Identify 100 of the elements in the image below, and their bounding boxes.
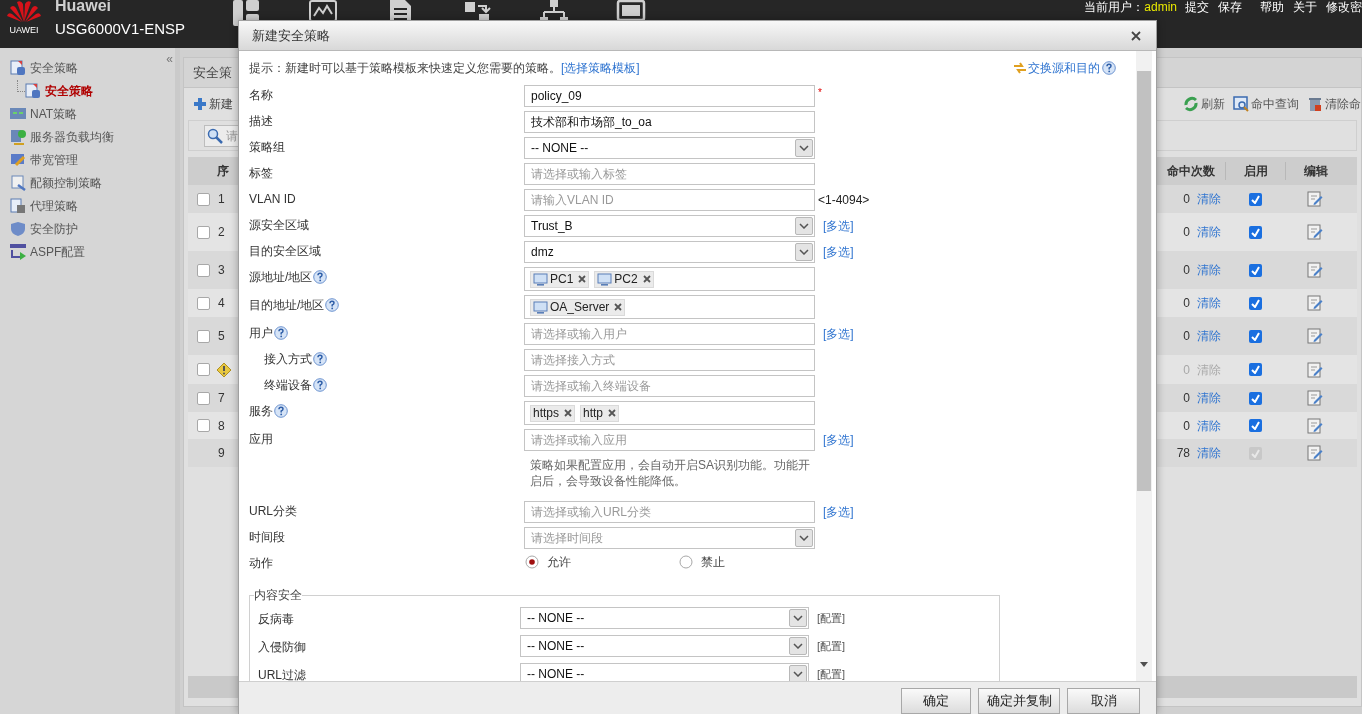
close-icon[interactable]: [1131, 30, 1141, 41]
text-field[interactable]: 请选择或输入标签: [524, 163, 815, 185]
select-field[interactable]: dmz: [524, 241, 815, 263]
menu-item[interactable]: 安全防护: [30, 219, 78, 238]
multi-select-link[interactable]: [多选]: [823, 431, 854, 449]
menu-item[interactable]: 代理策略: [30, 196, 78, 215]
text-field[interactable]: 请选择或输入终端设备: [524, 375, 815, 397]
enable-checkbox[interactable]: [1248, 296, 1262, 310]
help-icon[interactable]: [1102, 61, 1116, 75]
configure-link[interactable]: [配置]: [817, 637, 846, 655]
enable-checkbox[interactable]: [1248, 391, 1262, 405]
menu-item[interactable]: 带宽管理: [30, 150, 78, 169]
dialog-button[interactable]: 确定: [901, 687, 971, 714]
help-icon[interactable]: [313, 352, 327, 366]
text-field[interactable]: 请选择接入方式: [524, 349, 815, 371]
menu-item[interactable]: 安全策略: [30, 58, 78, 77]
text-field[interactable]: 请选择或输入URL分类: [524, 501, 815, 523]
scrollbar[interactable]: [1136, 51, 1152, 681]
menu-item[interactable]: 服务器负载均衡: [30, 127, 114, 146]
help-icon[interactable]: [274, 326, 288, 340]
enable-checkbox[interactable]: [1248, 419, 1262, 432]
radio-button[interactable]: [525, 555, 539, 569]
toolbar-button[interactable]: 清除命: [1307, 95, 1361, 113]
tag[interactable]: PC1: [530, 270, 590, 288]
dialog-button[interactable]: 取消: [1067, 687, 1140, 714]
checkbox[interactable]: [197, 263, 210, 277]
tag[interactable]: PC2: [594, 270, 654, 288]
checkbox[interactable]: [197, 296, 210, 310]
edit-icon[interactable]: [1307, 417, 1323, 434]
edit-icon[interactable]: [1307, 295, 1323, 311]
text-field[interactable]: 请输入VLAN ID: [524, 189, 815, 211]
edit-icon[interactable]: [1307, 390, 1323, 406]
select-field[interactable]: -- NONE --: [524, 137, 815, 159]
column-header[interactable]: 编辑: [1303, 162, 1328, 180]
text-field[interactable]: policy_09: [524, 85, 815, 107]
edit-icon[interactable]: [1307, 361, 1323, 378]
panel-tab[interactable]: 安全策: [193, 62, 232, 83]
edit-icon[interactable]: [1307, 328, 1323, 344]
multi-select-link[interactable]: [多选]: [823, 325, 854, 343]
template-link[interactable]: [选择策略模板]: [561, 59, 640, 77]
enable-checkbox[interactable]: [1248, 263, 1262, 277]
header-link[interactable]: 关于: [1293, 0, 1317, 16]
enable-checkbox[interactable]: [1248, 329, 1262, 343]
enable-checkbox[interactable]: [1248, 192, 1262, 206]
header-link[interactable]: 保存: [1218, 0, 1242, 16]
radio-label[interactable]: 禁止: [701, 553, 725, 571]
tag[interactable]: http: [580, 404, 620, 422]
edit-icon[interactable]: [1307, 191, 1323, 207]
header-link[interactable]: 修改密: [1326, 0, 1362, 16]
new-button[interactable]: 新建: [193, 95, 233, 113]
clear-link[interactable]: 清除: [1197, 416, 1221, 435]
select-field[interactable]: Trust_B: [524, 215, 815, 237]
menu-item[interactable]: ASPF配置: [30, 242, 86, 261]
menu-item[interactable]: NAT策略: [30, 104, 78, 123]
edit-icon[interactable]: [1307, 262, 1323, 278]
configure-link[interactable]: [配置]: [817, 665, 846, 681]
radio-button[interactable]: [679, 555, 693, 569]
clear-link[interactable]: 清除: [1197, 294, 1221, 312]
scroll-down-icon[interactable]: [1140, 662, 1148, 668]
remove-icon[interactable]: [642, 275, 651, 283]
column-header[interactable]: 启用: [1243, 162, 1268, 180]
help-icon[interactable]: [274, 404, 288, 418]
header-link[interactable]: 帮助: [1260, 0, 1284, 16]
toolbar-button[interactable]: 刷新: [1183, 95, 1225, 113]
swap-link[interactable]: 交换源和目的: [1028, 59, 1100, 77]
remove-icon[interactable]: [578, 275, 587, 283]
help-icon[interactable]: [325, 298, 340, 312]
dialog-button[interactable]: 确定并复制: [978, 687, 1060, 714]
text-field[interactable]: 请选择或输入用户: [524, 323, 815, 345]
checkbox[interactable]: [197, 391, 210, 405]
clear-link[interactable]: 清除: [1197, 223, 1221, 241]
tag[interactable]: OA_Server: [530, 298, 626, 316]
remove-icon[interactable]: [564, 409, 572, 417]
checkbox[interactable]: [197, 419, 210, 432]
tag[interactable]: https: [530, 404, 575, 422]
checkbox[interactable]: [197, 329, 210, 343]
tag-field[interactable]: https http: [524, 401, 815, 425]
help-icon[interactable]: [313, 378, 327, 392]
text-field[interactable]: 技术部和市场部_to_oa: [524, 111, 815, 133]
remove-icon[interactable]: [614, 303, 623, 311]
menu-item[interactable]: 配额控制策略: [30, 173, 102, 192]
column-header[interactable]: 序: [217, 162, 229, 180]
scrollbar-thumb[interactable]: [1137, 71, 1151, 491]
tag-field[interactable]: OA_Server: [524, 295, 815, 319]
edit-icon[interactable]: [1307, 445, 1323, 461]
enable-checkbox[interactable]: [1248, 225, 1262, 239]
select-field[interactable]: -- NONE --: [520, 607, 809, 629]
multi-select-link[interactable]: [多选]: [823, 503, 854, 521]
checkbox[interactable]: [197, 225, 210, 239]
select-field[interactable]: -- NONE --: [520, 635, 809, 657]
select-field[interactable]: -- NONE --: [520, 663, 809, 681]
multi-select-link[interactable]: [多选]: [823, 243, 854, 261]
checkbox[interactable]: [197, 192, 210, 206]
menu-item[interactable]: 安全策略: [45, 81, 93, 100]
edit-icon[interactable]: [1307, 224, 1323, 240]
tag-field[interactable]: PC1 PC2: [524, 267, 815, 291]
toolbar-button[interactable]: 命中查询: [1233, 95, 1299, 113]
help-icon[interactable]: [313, 270, 328, 284]
header-link[interactable]: 提交: [1185, 0, 1209, 16]
multi-select-link[interactable]: [多选]: [823, 217, 854, 235]
